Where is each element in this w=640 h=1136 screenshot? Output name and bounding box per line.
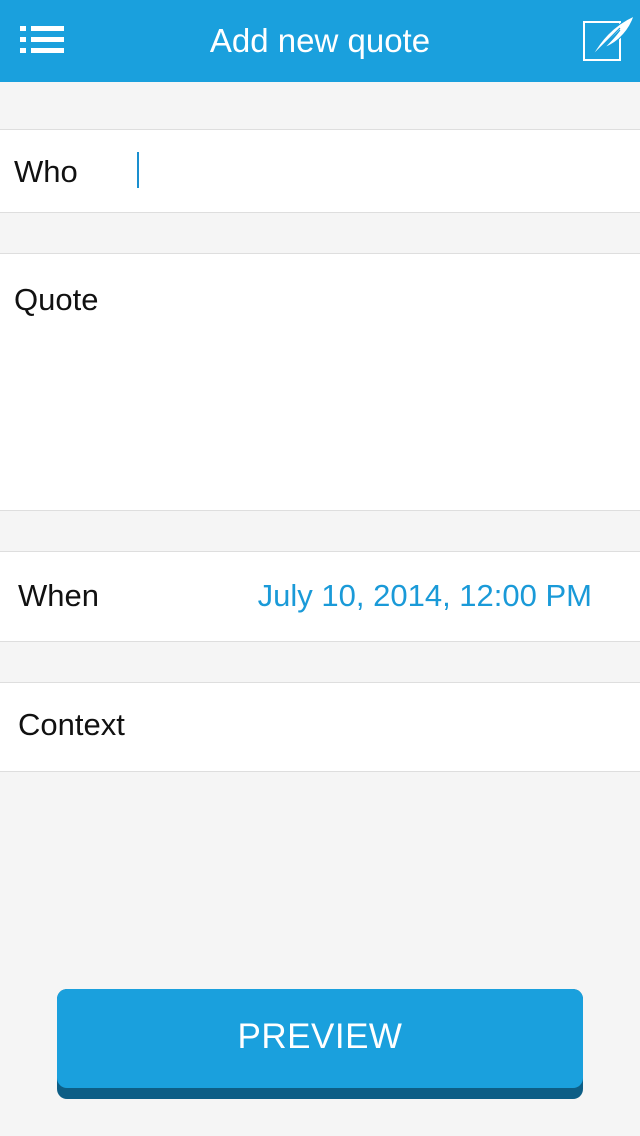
quote-textarea[interactable] xyxy=(130,274,624,498)
context-row: Context xyxy=(0,682,640,772)
when-label: When xyxy=(18,578,99,613)
when-row[interactable]: When July 10, 2014, 12:00 PM xyxy=(0,551,640,642)
context-input[interactable] xyxy=(160,699,624,757)
preview-button-label: PREVIEW xyxy=(57,989,583,1088)
who-label: Who xyxy=(14,154,78,189)
page-title: Add new quote xyxy=(209,22,431,59)
quill-feather-icon[interactable] xyxy=(580,14,636,64)
text-cursor xyxy=(137,152,139,188)
when-date-value[interactable]: July 10, 2014, 12:00 PM xyxy=(258,578,592,614)
preview-button[interactable]: PREVIEW xyxy=(57,989,583,1099)
quote-label: Quote xyxy=(14,282,99,317)
context-label: Context xyxy=(18,707,125,742)
list-menu-icon[interactable] xyxy=(20,26,66,54)
navigation-bar: Add new quote xyxy=(0,0,640,82)
who-row: Who xyxy=(0,129,640,213)
who-input[interactable] xyxy=(130,144,636,200)
quote-row: Quote xyxy=(0,253,640,511)
